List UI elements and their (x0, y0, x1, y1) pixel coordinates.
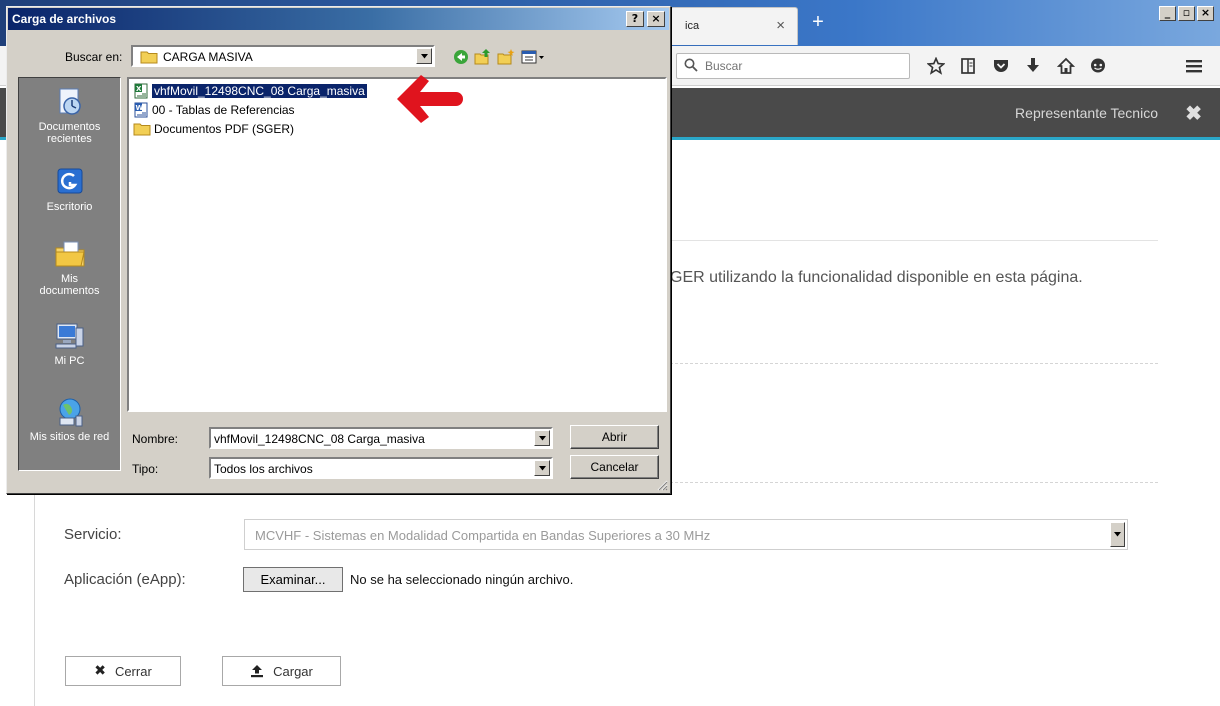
download-icon[interactable] (1022, 55, 1044, 77)
network-places-icon (59, 398, 82, 427)
place-label: Documentos (38, 121, 101, 133)
places-bar: Documentos recientes Escritorio Mis docu… (18, 77, 121, 471)
window-minimize-button[interactable]: _ (1159, 6, 1176, 21)
cancel-button[interactable]: Cancelar (570, 455, 659, 479)
tab-label: ica (685, 20, 700, 32)
chevron-down-icon[interactable] (534, 430, 550, 446)
menu-hamburger-icon[interactable] (1183, 55, 1205, 77)
place-label: Escritorio (46, 201, 93, 213)
look-in-combo[interactable]: CARGA MASIVA (131, 45, 435, 67)
file-item[interactable]: Documentos PDF (SGER) (133, 121, 294, 137)
dialog-title: Carga de archivos (12, 12, 117, 26)
my-computer-icon (55, 323, 83, 349)
place-my-computer[interactable]: Mi PC (19, 320, 120, 367)
chevron-down-icon[interactable] (534, 460, 550, 476)
back-icon[interactable] (451, 47, 471, 67)
browser-tab[interactable]: ica × (670, 7, 798, 45)
upload-button-label: Cargar (273, 663, 313, 679)
place-desktop[interactable]: Escritorio (19, 166, 120, 213)
file-name-value: vhfMovil_12498CNC_08 Carga_masiva (214, 432, 425, 446)
dashed-divider (670, 482, 1158, 483)
no-file-selected-text: No se ha seleccionado ningún archivo. (350, 572, 574, 587)
dialog-close-button[interactable]: × (647, 11, 665, 27)
file-name-input[interactable]: vhfMovil_12498CNC_08 Carga_masiva (209, 427, 553, 449)
pocket-icon[interactable] (990, 55, 1012, 77)
header-close-icon[interactable]: ✖ (1185, 101, 1202, 126)
place-label: recientes (47, 133, 92, 145)
upload-button[interactable]: Cargar (222, 656, 341, 686)
home-icon[interactable] (1055, 55, 1077, 77)
divider (670, 240, 1158, 241)
svg-text:W: W (136, 104, 144, 112)
service-label: Servicio: (64, 526, 122, 543)
file-name: 00 - Tablas de Referencias (152, 103, 295, 117)
dialog-help-button[interactable]: ? (626, 11, 644, 27)
file-item[interactable]: W 00 - Tablas de Referencias (133, 102, 295, 118)
place-network[interactable]: Mis sitios de red (19, 396, 120, 443)
svg-text:X: X (136, 85, 142, 93)
file-list[interactable]: X vhfMovil_12498CNC_08 Carga_masiva W 00… (127, 77, 667, 412)
resize-grip-icon[interactable] (656, 479, 668, 491)
file-name: Documentos PDF (SGER) (154, 122, 295, 136)
up-folder-icon[interactable] (473, 47, 493, 67)
service-select[interactable]: MCVHF - Sistemas en Modalidad Compartida… (244, 519, 1128, 550)
chevron-down-icon[interactable] (1110, 522, 1125, 547)
user-role-label[interactable]: Representante Tecnico (1015, 105, 1158, 121)
my-documents-icon (55, 241, 85, 267)
place-recent-documents[interactable]: Documentos recientes (19, 86, 120, 145)
reading-list-icon[interactable] (957, 55, 979, 77)
chevron-down-icon[interactable] (416, 48, 432, 64)
bookmark-star-icon[interactable] (925, 55, 947, 77)
file-type-label: Tipo: (132, 462, 159, 476)
new-tab-icon[interactable]: + (806, 10, 830, 34)
dashed-divider (670, 363, 1158, 364)
chat-icon[interactable] (1087, 55, 1109, 77)
place-label: Mi PC (54, 355, 85, 367)
view-menu-icon[interactable] (520, 47, 546, 67)
intro-text: GER utilizando la funcionalidad disponib… (670, 269, 1083, 286)
excel-file-icon: X (134, 83, 148, 99)
app-file-label: Aplicación (eApp): (64, 571, 186, 588)
place-label: Mis sitios de red (29, 431, 110, 443)
file-upload-dialog: Carga de archivos ? × Buscar en: CARGA M… (6, 6, 671, 494)
place-label: documentos (39, 285, 100, 297)
tab-close-icon[interactable]: × (776, 17, 785, 34)
file-name: vhfMovil_12498CNC_08 Carga_masiva (152, 84, 367, 98)
place-my-documents[interactable]: Mis documentos (19, 238, 120, 297)
desktop-icon (57, 168, 82, 194)
file-name-label: Nombre: (132, 432, 179, 446)
upload-icon (251, 665, 264, 678)
close-button[interactable]: ✖ Cerrar (65, 656, 181, 686)
folder-icon (140, 51, 158, 64)
new-folder-icon[interactable] (496, 47, 516, 67)
file-item-selected[interactable]: X vhfMovil_12498CNC_08 Carga_masiva (133, 83, 367, 99)
browse-button[interactable]: Examinar... (243, 567, 343, 592)
search-icon (684, 58, 698, 72)
window-close-button[interactable]: × (1197, 6, 1214, 21)
file-type-value: Todos los archivos (214, 462, 313, 476)
close-button-label: Cerrar (114, 663, 152, 679)
search-input[interactable] (703, 58, 903, 74)
place-label: Mis (60, 273, 79, 285)
recent-documents-icon (59, 88, 81, 115)
folder-icon (133, 123, 151, 136)
red-arrow-icon (397, 75, 463, 123)
service-select-value: MCVHF - Sistemas en Modalidad Compartida… (255, 528, 711, 543)
close-icon: ✖ (94, 663, 106, 679)
window-maximize-button[interactable]: ▫ (1178, 6, 1195, 21)
look-in-label: Buscar en: (65, 50, 123, 64)
open-button[interactable]: Abrir (570, 425, 659, 449)
browser-search-box[interactable] (676, 53, 910, 79)
look-in-value: CARGA MASIVA (163, 50, 253, 64)
word-file-icon: W (134, 102, 148, 118)
file-type-select[interactable]: Todos los archivos (209, 457, 553, 479)
dialog-titlebar[interactable]: Carga de archivos ? × (8, 8, 669, 30)
